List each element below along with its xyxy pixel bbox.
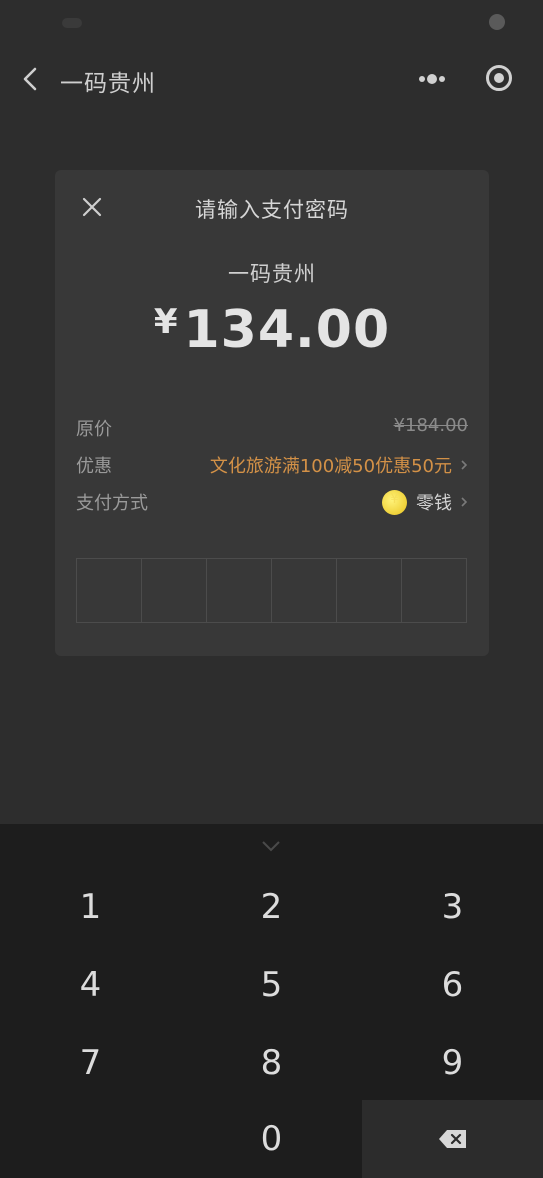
payment-method-row[interactable]: 支付方式 零钱 <box>76 489 468 517</box>
key-3[interactable]: 3 <box>362 868 543 946</box>
nav-bar: 一码贵州 <box>0 50 543 110</box>
key-2[interactable]: 2 <box>181 868 362 946</box>
target-icon[interactable] <box>485 64 513 92</box>
payment-amount: ¥134.00 <box>55 300 489 360</box>
original-price-value: ¥184.00 <box>393 415 468 436</box>
delete-key[interactable] <box>362 1100 543 1178</box>
amount-value: 134.00 <box>183 300 391 360</box>
key-8[interactable]: 8 <box>181 1024 362 1102</box>
payment-method-label: 支付方式 <box>76 493 148 514</box>
password-cell <box>207 559 272 622</box>
password-cell <box>402 559 466 622</box>
key-0[interactable]: 0 <box>181 1100 362 1178</box>
discount-label: 优惠 <box>76 456 112 477</box>
back-arrow-icon[interactable] <box>20 66 42 92</box>
original-price-label: 原价 <box>76 419 112 440</box>
discount-value: 文化旅游满100减50优惠50元 <box>209 456 452 477</box>
merchant-name: 一码贵州 <box>228 262 316 286</box>
password-cell <box>337 559 402 622</box>
page-title: 一码贵州 <box>60 71 156 97</box>
password-input[interactable] <box>76 558 467 623</box>
password-cell <box>77 559 142 622</box>
key-7[interactable]: 7 <box>0 1024 181 1102</box>
original-price-row: 原价 ¥184.00 <box>76 415 468 443</box>
payment-method-value: 零钱 <box>416 493 452 514</box>
password-cell <box>142 559 207 622</box>
backspace-icon <box>438 1130 466 1148</box>
status-bar <box>0 0 543 50</box>
key-4[interactable]: 4 <box>0 946 181 1024</box>
status-indicator <box>62 18 82 28</box>
wallet-coin-icon <box>382 489 407 515</box>
chevron-right-icon <box>461 497 468 507</box>
key-6[interactable]: 6 <box>362 946 543 1024</box>
payment-dialog: 请输入支付密码 一码贵州 ¥134.00 原价 ¥184.00 优惠 文化旅游满… <box>55 170 489 656</box>
dialog-title: 请输入支付密码 <box>195 198 349 222</box>
currency-symbol: ¥ <box>153 302 178 342</box>
more-dots-icon[interactable] <box>416 68 448 90</box>
chevron-right-icon <box>461 460 468 470</box>
key-1[interactable]: 1 <box>0 868 181 946</box>
key-9[interactable]: 9 <box>362 1024 543 1102</box>
status-icon <box>489 14 505 30</box>
password-cell <box>272 559 337 622</box>
key-5[interactable]: 5 <box>181 946 362 1024</box>
numeric-keyboard: 1 2 3 4 5 6 7 8 9 0 <box>0 824 543 1178</box>
chevron-down-icon[interactable] <box>261 840 281 852</box>
discount-row[interactable]: 优惠 文化旅游满100减50优惠50元 <box>76 452 468 480</box>
